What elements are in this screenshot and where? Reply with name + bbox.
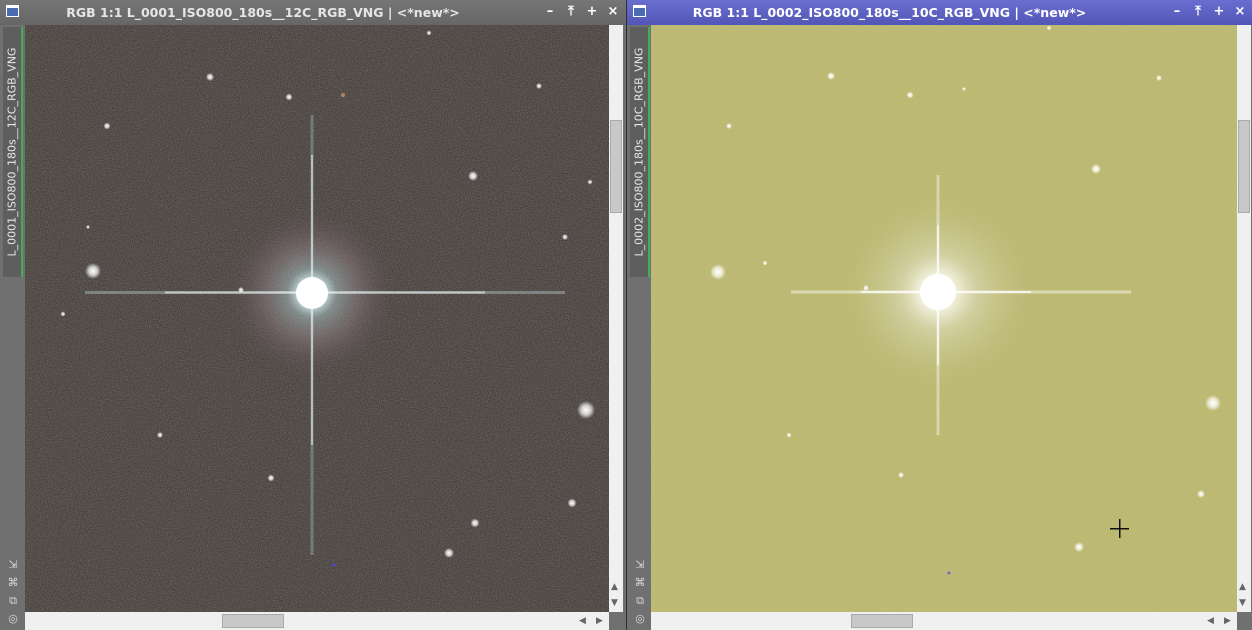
right-window-titlebar[interactable]: RGB 1:1 L_0002_ISO800_180s__10C_RGB_VNG … xyxy=(627,0,1252,25)
left-view-id-tab[interactable]: L_0001_ISO800_180s__12C_RGB_VNG xyxy=(3,27,23,277)
scroll-right-arrow-icon[interactable]: ▶ xyxy=(1224,616,1231,626)
right-view-id-tab[interactable]: L_0002_ISO800_180s__10C_RGB_VNG xyxy=(630,27,650,277)
scroll-up-arrow-icon[interactable]: ▲ xyxy=(611,582,618,592)
right-view-id-label: L_0002_ISO800_180s__10C_RGB_VNG xyxy=(632,47,646,257)
resize-icon[interactable]: ⇲ xyxy=(3,556,23,574)
clone-view-icon[interactable]: ⧉ xyxy=(630,592,650,610)
right-image-canvas[interactable] xyxy=(651,25,1237,612)
clone-view-icon[interactable]: ⧉ xyxy=(3,592,23,610)
right-horizontal-scrollbar[interactable]: ◀ ▶ xyxy=(651,612,1237,630)
scroll-right-arrow-icon[interactable]: ▶ xyxy=(596,616,603,626)
left-image-canvas[interactable] xyxy=(25,25,609,612)
scroll-left-arrow-icon[interactable]: ◀ xyxy=(579,616,586,626)
right-window-title: RGB 1:1 L_0002_ISO800_180s__10C_RGB_VNG … xyxy=(692,5,1087,20)
image-window-left[interactable]: RGB 1:1 L_0001_ISO800_180s__12C_RGB_VNG … xyxy=(0,0,626,630)
minimize-button[interactable]: – xyxy=(542,4,558,20)
left-window-title: RGB 1:1 L_0001_ISO800_180s__12C_RGB_VNG … xyxy=(66,5,460,20)
shade-button[interactable]: ⤒ xyxy=(1190,4,1206,20)
target-icon[interactable]: ◎ xyxy=(3,610,23,628)
target-icon[interactable]: ◎ xyxy=(630,610,650,628)
fit-view-icon[interactable]: ⌘ xyxy=(3,574,23,592)
left-view-id-label: L_0001_ISO800_180s__12C_RGB_VNG xyxy=(5,47,19,257)
left-star-field xyxy=(25,25,609,612)
image-window-right[interactable]: RGB 1:1 L_0002_ISO800_180s__10C_RGB_VNG … xyxy=(627,0,1252,630)
left-view-tools: ⇲ ⌘ ⧉ ◎ xyxy=(3,556,23,628)
fit-view-icon[interactable]: ⌘ xyxy=(630,574,650,592)
close-button[interactable]: × xyxy=(1232,4,1248,20)
left-window-titlebar[interactable]: RGB 1:1 L_0001_ISO800_180s__12C_RGB_VNG … xyxy=(0,0,626,25)
right-vertical-scrollbar[interactable]: ▲ ▼ xyxy=(1237,25,1251,612)
maximize-button[interactable]: + xyxy=(1211,4,1227,20)
scroll-down-arrow-icon[interactable]: ▼ xyxy=(1239,598,1246,608)
left-vertical-scrollbar[interactable]: ▲ ▼ xyxy=(609,25,623,612)
close-button[interactable]: × xyxy=(605,4,621,20)
left-horizontal-scrollbar[interactable]: ◀ ▶ xyxy=(25,612,609,630)
resize-icon[interactable]: ⇲ xyxy=(630,556,650,574)
right-view-tools: ⇲ ⌘ ⧉ ◎ xyxy=(630,556,650,628)
minimize-button[interactable]: – xyxy=(1169,4,1185,20)
right-horizontal-scroll-thumb[interactable] xyxy=(851,614,913,628)
scroll-down-arrow-icon[interactable]: ▼ xyxy=(611,598,618,608)
left-horizontal-scroll-thumb[interactable] xyxy=(222,614,284,628)
scroll-up-arrow-icon[interactable]: ▲ xyxy=(1239,582,1246,592)
right-star-field xyxy=(651,25,1237,612)
left-vertical-scroll-thumb[interactable] xyxy=(610,120,622,213)
right-vertical-scroll-thumb[interactable] xyxy=(1238,120,1250,213)
shade-button[interactable]: ⤒ xyxy=(563,4,579,20)
scroll-left-arrow-icon[interactable]: ◀ xyxy=(1207,616,1214,626)
maximize-button[interactable]: + xyxy=(584,4,600,20)
